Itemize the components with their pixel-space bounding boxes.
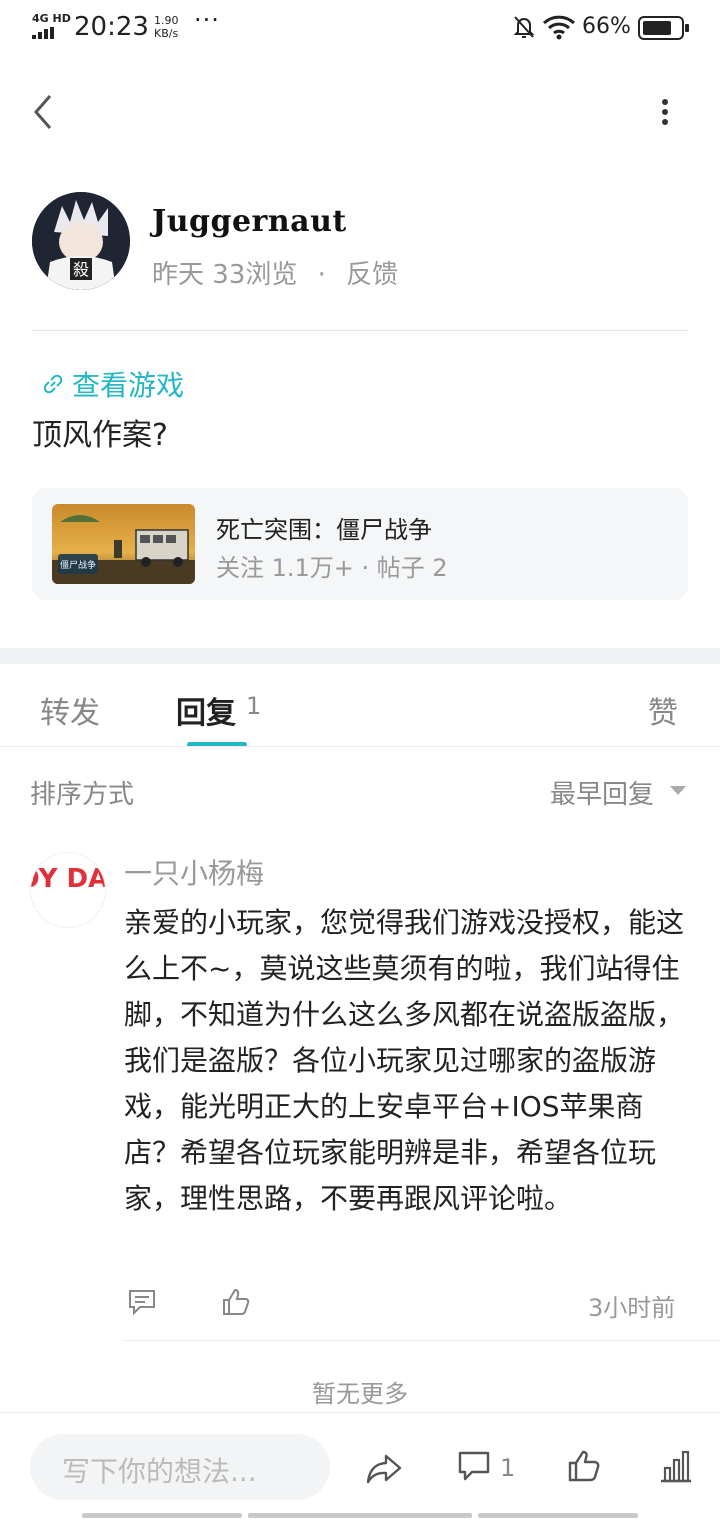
comment-input[interactable]: 写下你的想法... (30, 1434, 330, 1500)
network-indicator: 4G HD (32, 12, 71, 39)
home-indicator-segment (248, 1513, 472, 1518)
home-indicator-segment (82, 1513, 242, 1518)
post-date: 昨天 (152, 260, 205, 290)
comment-body: 亲爱的小玩家，您觉得我们游戏没授权，能这么上不~，莫说这些莫须有的啦，我们站得住… (124, 906, 685, 1215)
commenter-name[interactable]: 一只小杨梅 (124, 852, 264, 892)
commenter-avatar[interactable]: JOY DAR (30, 852, 106, 928)
like-post-button[interactable] (566, 1448, 602, 1484)
comment-count: 1 (500, 1454, 516, 1482)
section-separator (0, 648, 720, 664)
comments-button[interactable] (456, 1448, 492, 1484)
vertical-dots-icon (662, 99, 668, 125)
divider (0, 746, 720, 747)
wifi-icon (542, 15, 576, 40)
comment-input-placeholder: 写下你的想法... (62, 1455, 257, 1488)
caret-down-icon[interactable] (670, 786, 686, 795)
thumbs-up-icon (568, 1450, 600, 1482)
feedback-link[interactable]: 反馈 (346, 260, 398, 290)
author-avatar[interactable]: 殺 (32, 192, 130, 290)
sort-dropdown[interactable]: 最早回复 (550, 774, 654, 811)
divider (32, 330, 688, 331)
comment-icon (129, 1290, 155, 1316)
reply-count: 1 (246, 692, 262, 720)
share-arrow-icon (366, 1454, 402, 1484)
back-button[interactable] (28, 90, 64, 134)
status-bar: 4G HD 20:23 1.90 KB/s ··· 66% (0, 0, 720, 56)
tab-forward[interactable]: 转发 (40, 688, 100, 732)
game-thumbnail-image: 僵尸战争 (52, 504, 195, 584)
home-indicator-segment (478, 1513, 638, 1518)
anime-character-avatar-icon: 殺 (32, 192, 130, 290)
game-card[interactable]: 僵尸战争 死亡突围：僵尸战争 关注 1.1万+ · 帖子 2 (32, 488, 688, 600)
thumbs-up-icon (223, 1288, 250, 1315)
svg-text:殺: 殺 (73, 260, 89, 279)
view-game-label: 查看游戏 (72, 369, 185, 402)
battery-percent: 66% (582, 14, 631, 39)
reply-button[interactable] (126, 1286, 158, 1318)
tab-reply[interactable]: 回复 (176, 688, 236, 732)
post-meta: 昨天 33浏览 · 反馈 (152, 254, 398, 291)
game-thumbnail: 僵尸战争 (52, 504, 195, 584)
author-name[interactable]: Juggernaut (152, 204, 347, 239)
mute-bell-icon (513, 16, 535, 38)
more-options-button[interactable] (650, 90, 680, 134)
like-comment-button[interactable] (220, 1286, 252, 1318)
meta-separator: · (317, 260, 326, 290)
tab-like[interactable]: 赞 (648, 688, 678, 732)
link-icon (43, 374, 63, 394)
post-title: 顶风作案? (32, 418, 168, 453)
status-time: 20:23 (74, 12, 149, 42)
joy-dar-logo-icon: JOY DAR (31, 853, 105, 927)
game-name: 死亡突围：僵尸战争 (216, 516, 432, 544)
stats-button[interactable] (658, 1448, 694, 1484)
signal-icon (32, 27, 54, 39)
more-notifications-icon: ··· (194, 6, 220, 34)
chevron-left-icon (34, 95, 52, 129)
post-views: 33浏览 (212, 260, 298, 290)
game-stats: 关注 1.1万+ · 帖子 2 (216, 554, 448, 582)
svg-text:JOY DAR: JOY DAR (31, 864, 105, 894)
comment-time: 3小时前 (588, 1294, 676, 1322)
sort-label: 排序方式 (30, 780, 135, 810)
list-end-text: 暂无更多 (312, 1380, 408, 1408)
divider (124, 1340, 720, 1341)
share-button[interactable] (364, 1448, 404, 1488)
bar-chart-icon (661, 1450, 691, 1483)
speech-bubble-icon (458, 1451, 490, 1481)
svg-text:僵尸战争: 僵尸战争 (60, 559, 96, 571)
network-speed: 1.90 KB/s (154, 14, 179, 40)
battery-icon (638, 16, 689, 40)
view-game-link[interactable]: 查看游戏 (40, 364, 184, 404)
